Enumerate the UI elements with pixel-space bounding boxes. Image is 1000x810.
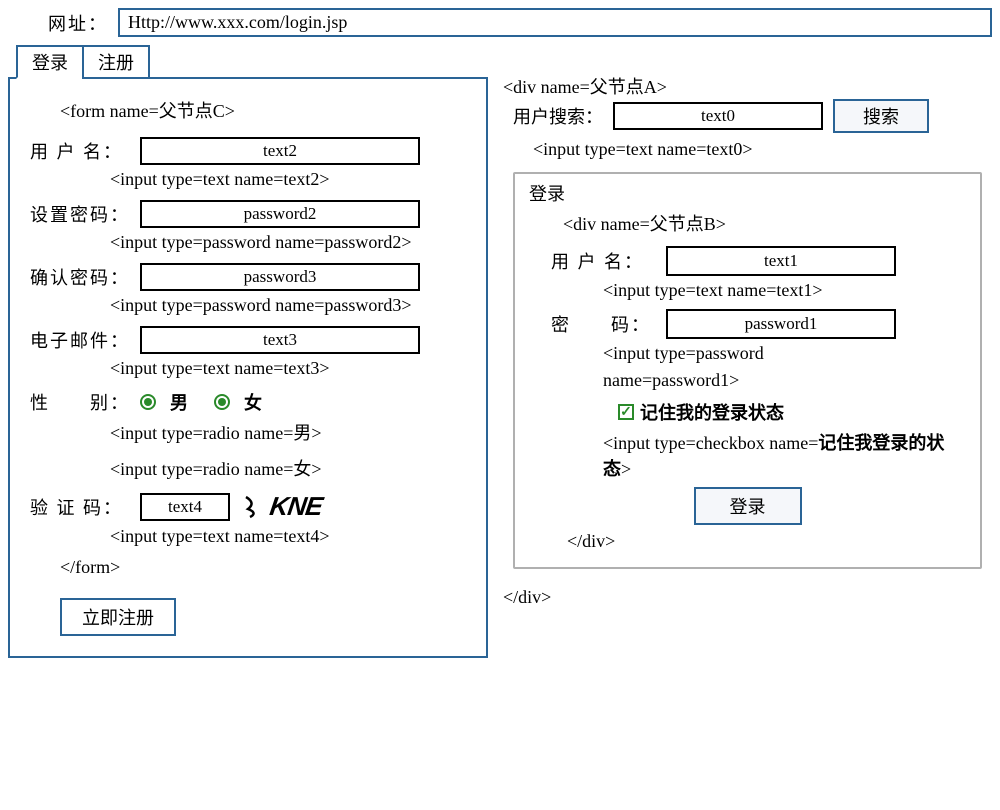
login-pwd-hint2: name=password1> [603,370,962,391]
radio-female-label: 女 [244,389,262,415]
cb-hint: <input type=checkbox name=记住我登录的状态> [603,429,962,481]
login-pwd-hint1: <input type=password [603,343,962,364]
captcha-hint: <input type=text name=text4> [110,526,466,547]
search-button[interactable]: 搜索 [833,99,929,133]
login-pwd-input[interactable] [666,309,896,339]
search-hint: <input type=text name=text0> [533,139,992,160]
login-button[interactable]: 登录 [694,487,802,525]
radio-male-label: 男 [170,389,188,415]
login-user-label: 用 户 名： [551,248,666,274]
setpwd-hint: <input type=password name=password2> [110,232,466,253]
div-a-close-tag: </div> [503,587,992,608]
tab-register[interactable]: 注册 [82,45,150,79]
email-input[interactable] [140,326,420,354]
setpwd-label: 设置密码： [30,201,140,227]
tab-login[interactable]: 登录 [16,45,84,79]
login-legend: 登录 [525,180,569,206]
username-hint: <input type=text name=text2> [110,169,466,190]
radio-male-hint: <input type=radio name=男> [110,419,466,445]
captcha-squiggle-icon [244,495,262,519]
remember-checkbox[interactable]: ✓ [618,404,634,420]
radio-male[interactable] [140,394,156,410]
username-input[interactable] [140,137,420,165]
login-fieldset: 登录 <div name=父节点B> 用 户 名： <input type=te… [513,172,982,569]
radio-female-hint: <input type=radio name=女> [110,455,466,481]
cfmpwd-input[interactable] [140,263,420,291]
form-close-tag: </form> [60,557,466,578]
captcha-label: 验 证 码： [30,494,140,520]
gender-label: 性 别： [30,389,140,415]
username-label: 用 户 名： [30,138,140,164]
login-pwd-label: 密 码： [551,311,666,337]
login-user-hint: <input type=text name=text1> [603,280,962,301]
register-button[interactable]: 立即注册 [60,598,176,636]
captcha-input[interactable] [140,493,230,521]
radio-female[interactable] [214,394,230,410]
div-a-open-tag: <div name=父节点A> [503,73,992,99]
address-label: 网址： [48,10,108,36]
register-panel: <form name=父节点C> 用 户 名： <input type=text… [8,77,488,658]
div-b-close-tag: </div> [567,531,962,552]
form-open-tag: <form name=父节点C> [60,97,466,123]
login-user-input[interactable] [666,246,896,276]
div-b-open-tag: <div name=父节点B> [563,210,962,236]
email-label: 电子邮件： [30,327,140,353]
url-input[interactable] [118,8,992,37]
cfmpwd-hint: <input type=password name=password3> [110,295,466,316]
cfmpwd-label: 确认密码： [30,264,140,290]
captcha-image: KNE [244,491,322,522]
remember-label: 记住我的登录状态 [640,399,784,425]
search-label: 用户搜索： [513,103,603,129]
search-input[interactable] [613,102,823,130]
email-hint: <input type=text name=text3> [110,358,466,379]
setpwd-input[interactable] [140,200,420,228]
